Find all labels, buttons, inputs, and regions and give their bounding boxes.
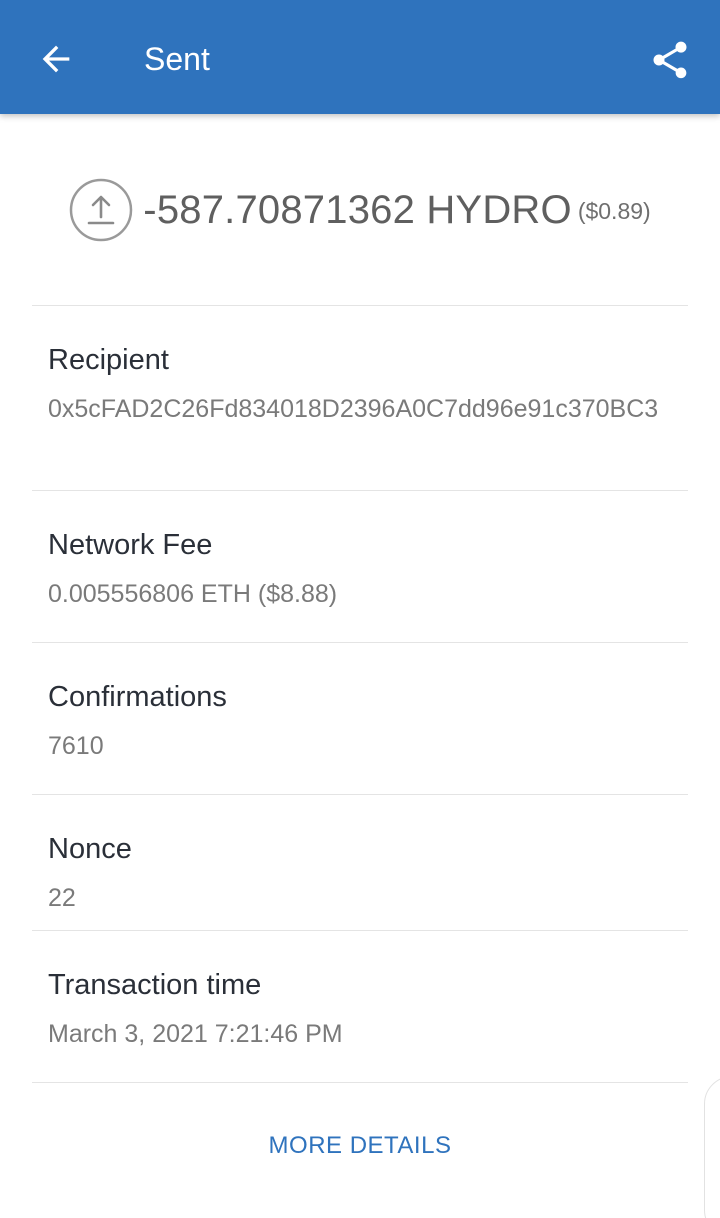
upload-circle-icon bbox=[69, 178, 133, 242]
network-fee-label: Network Fee bbox=[48, 529, 213, 561]
recipient-label: Recipient bbox=[48, 344, 169, 376]
network-fee-value: 0.005556806 ETH ($8.88) bbox=[48, 580, 338, 608]
more-details-button[interactable]: MORE DETAILS bbox=[0, 1132, 720, 1160]
transaction-amount: -587.70871362 HYDRO bbox=[143, 187, 572, 232]
fiat-amount: ($0.89) bbox=[577, 197, 651, 224]
transaction-time-label: Transaction time bbox=[48, 969, 262, 1001]
share-button[interactable] bbox=[642, 32, 698, 88]
divider bbox=[32, 490, 688, 491]
divider bbox=[32, 642, 688, 643]
app-bar: Sent bbox=[0, 0, 720, 114]
divider bbox=[32, 930, 688, 931]
back-button[interactable] bbox=[30, 33, 82, 85]
divider bbox=[32, 794, 688, 795]
nonce-label: Nonce bbox=[48, 833, 132, 865]
divider bbox=[32, 305, 688, 306]
edge-panel-handle[interactable] bbox=[704, 1076, 720, 1218]
recipient-address: 0x5cFAD2C26Fd834018D2396A0C7dd96e91c370B… bbox=[48, 395, 659, 423]
share-icon bbox=[653, 41, 687, 79]
divider bbox=[32, 1082, 688, 1083]
confirmations-value: 7610 bbox=[48, 732, 104, 760]
confirmations-label: Confirmations bbox=[48, 681, 227, 713]
amount-summary: -587.70871362 HYDRO ($0.89) bbox=[0, 178, 720, 242]
transaction-time-value: March 3, 2021 7:21:46 PM bbox=[48, 1020, 343, 1048]
transaction-details-screen: Sent -587.70871362 HYDRO ($0.89) Recipie… bbox=[0, 0, 720, 1218]
arrow-left-icon bbox=[42, 45, 70, 73]
page-title: Sent bbox=[144, 41, 210, 77]
nonce-value: 22 bbox=[48, 884, 76, 912]
